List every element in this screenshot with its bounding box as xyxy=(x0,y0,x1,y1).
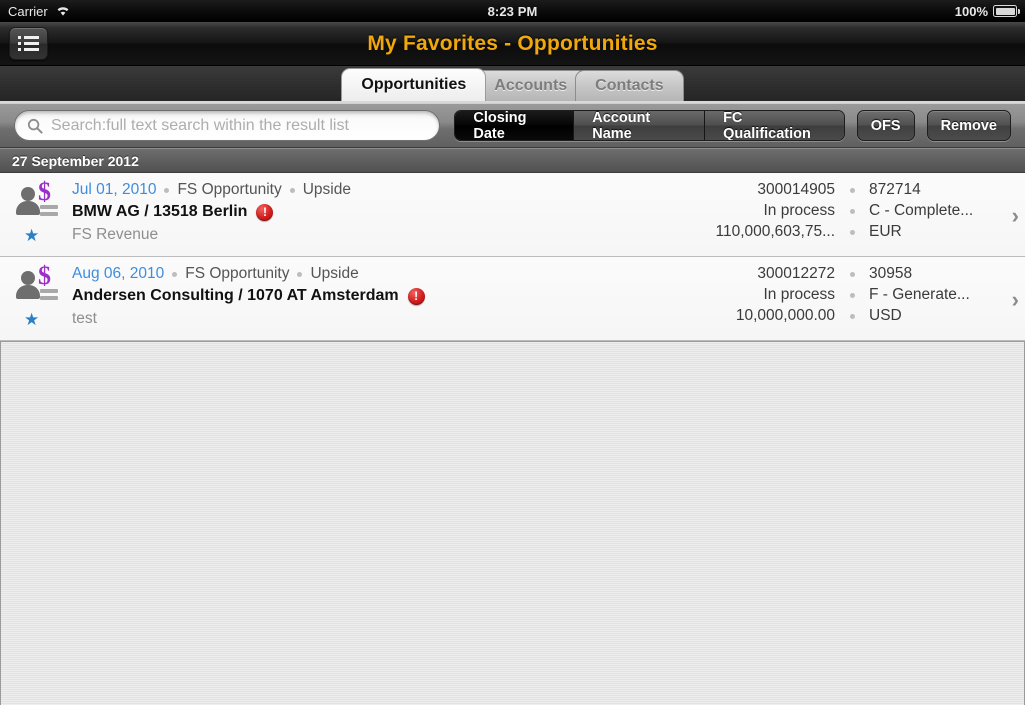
filter-toolbar: Search:full text search within the resul… xyxy=(0,103,1025,148)
tab-contacts[interactable]: Contacts xyxy=(575,70,684,101)
status-bar: Carrier 8:23 PM 100% xyxy=(0,0,1025,22)
row-date: Aug 06, 2010 xyxy=(72,265,165,282)
dollar-sign-icon: $ xyxy=(38,177,51,206)
bulleted-list-icon xyxy=(18,36,39,51)
row-icon-cluster: $ ★ xyxy=(0,257,72,340)
row-title: BMW AG / 13518 Berlin xyxy=(72,203,248,220)
person-icon xyxy=(16,187,40,215)
separator-dot-icon xyxy=(849,271,855,277)
section-header-date: 27 September 2012 xyxy=(0,148,1025,173)
row-subtitle: test xyxy=(72,310,97,327)
row-currency: EUR xyxy=(869,223,902,240)
separator-dot-icon xyxy=(849,229,855,235)
person-icon xyxy=(16,271,40,299)
search-icon xyxy=(27,118,43,134)
status-bar-right: 100% xyxy=(954,3,1020,19)
table-row[interactable]: $ ★ Jul 01, 2010 FS Opportunity Upside B… xyxy=(0,173,1025,257)
separator-dot-icon xyxy=(849,292,855,298)
row-right-line-1: 300014905 872714 xyxy=(695,181,995,199)
separator-dot-icon xyxy=(849,313,855,319)
row-main-content: Jul 01, 2010 FS Opportunity Upside BMW A… xyxy=(72,173,695,256)
battery-percent-label: 100% xyxy=(954,3,988,19)
row-meta-line: Aug 06, 2010 FS Opportunity Upside xyxy=(72,265,695,283)
segment-account-name[interactable]: Account Name xyxy=(574,111,706,140)
tab-accounts[interactable]: Accounts xyxy=(474,70,588,101)
row-qualification: C - Complete... xyxy=(869,202,974,219)
sort-segmented-control: Closing Date Account Name FC Qualificati… xyxy=(454,110,845,141)
row-status: In process xyxy=(763,202,835,219)
row-right-line-2: In process C - Complete... xyxy=(695,202,995,220)
alert-exclamation-icon: ! xyxy=(256,203,274,221)
row-qualification: F - Generate... xyxy=(869,286,970,303)
row-status: In process xyxy=(763,286,835,303)
separator-dot-icon xyxy=(297,271,303,277)
star-icon[interactable]: ★ xyxy=(24,311,39,328)
table-row[interactable]: $ ★ Aug 06, 2010 FS Opportunity Upside A… xyxy=(0,257,1025,341)
lines-icon xyxy=(40,289,58,303)
row-type: FS Opportunity xyxy=(177,181,282,198)
tab-bar: Contacts Accounts Opportunities xyxy=(0,66,1025,103)
row-id-number: 300014905 xyxy=(757,181,835,198)
row-secondary-id: 872714 xyxy=(869,181,921,198)
page-title: My Favorites - Opportunities xyxy=(367,31,658,55)
chevron-right-icon[interactable]: › xyxy=(1012,205,1019,227)
row-type: FS Opportunity xyxy=(185,265,290,282)
battery-full-icon xyxy=(993,5,1020,17)
remove-button[interactable]: Remove xyxy=(926,110,1011,141)
ofs-button[interactable]: OFS xyxy=(856,110,915,141)
row-meta-line: Jul 01, 2010 FS Opportunity Upside xyxy=(72,181,695,199)
empty-list-area xyxy=(0,341,1025,705)
ipad-screen: Carrier 8:23 PM 100% My Favorites - Oppo… xyxy=(0,0,1025,705)
content-area: 27 September 2012 $ ★ Jul 01, 2010 FS Op… xyxy=(0,148,1025,705)
alert-exclamation-icon: ! xyxy=(407,287,425,305)
row-right-line-3: 10,000,000.00 USD xyxy=(695,307,995,325)
row-title: Andersen Consulting / 1070 AT Amsterdam xyxy=(72,287,399,304)
row-title-line: Andersen Consulting / 1070 AT Amsterdam … xyxy=(72,287,695,305)
separator-dot-icon xyxy=(289,187,295,193)
row-main-content: Aug 06, 2010 FS Opportunity Upside Ander… xyxy=(72,257,695,340)
separator-dot-icon xyxy=(849,187,855,193)
search-input[interactable]: Search:full text search within the resul… xyxy=(14,110,441,141)
row-amount: 10,000,000.00 xyxy=(735,307,835,324)
separator-dot-icon xyxy=(164,187,170,193)
row-right-content: 300012272 30958 In process F - Generate.… xyxy=(695,257,1025,340)
row-id-number: 300012272 xyxy=(757,265,835,282)
status-bar-time: 8:23 PM xyxy=(487,3,538,19)
star-icon[interactable]: ★ xyxy=(24,227,39,244)
row-icon-cluster: $ ★ xyxy=(0,173,72,256)
search-placeholder: Search:full text search within the resul… xyxy=(51,116,349,134)
title-bar: My Favorites - Opportunities xyxy=(0,22,1025,66)
row-category: Upside xyxy=(302,181,351,198)
row-subtitle: FS Revenue xyxy=(72,226,159,243)
row-right-line-1: 300012272 30958 xyxy=(695,265,995,283)
row-right-line-3: 110,000,603,75... EUR xyxy=(695,223,995,241)
row-right-line-2: In process F - Generate... xyxy=(695,286,995,304)
menu-button[interactable] xyxy=(9,27,48,60)
separator-dot-icon xyxy=(849,208,855,214)
row-title-line: BMW AG / 13518 Berlin ! xyxy=(72,203,695,221)
row-amount: 110,000,603,75... xyxy=(715,223,835,240)
opportunity-list: $ ★ Jul 01, 2010 FS Opportunity Upside B… xyxy=(0,173,1025,341)
chevron-right-icon[interactable]: › xyxy=(1012,289,1019,311)
row-right-content: 300014905 872714 In process C - Complete… xyxy=(695,173,1025,256)
separator-dot-icon xyxy=(172,271,178,277)
tab-opportunities[interactable]: Opportunities xyxy=(341,68,487,101)
dollar-sign-icon: $ xyxy=(38,261,51,290)
segment-fc-qualification[interactable]: FC Qualification xyxy=(705,111,844,140)
row-category: Upside xyxy=(310,265,359,282)
row-currency: USD xyxy=(869,307,902,324)
row-secondary-id: 30958 xyxy=(869,265,913,282)
lines-icon xyxy=(40,205,58,219)
segment-closing-date[interactable]: Closing Date xyxy=(455,111,575,140)
row-date: Jul 01, 2010 xyxy=(72,181,157,198)
